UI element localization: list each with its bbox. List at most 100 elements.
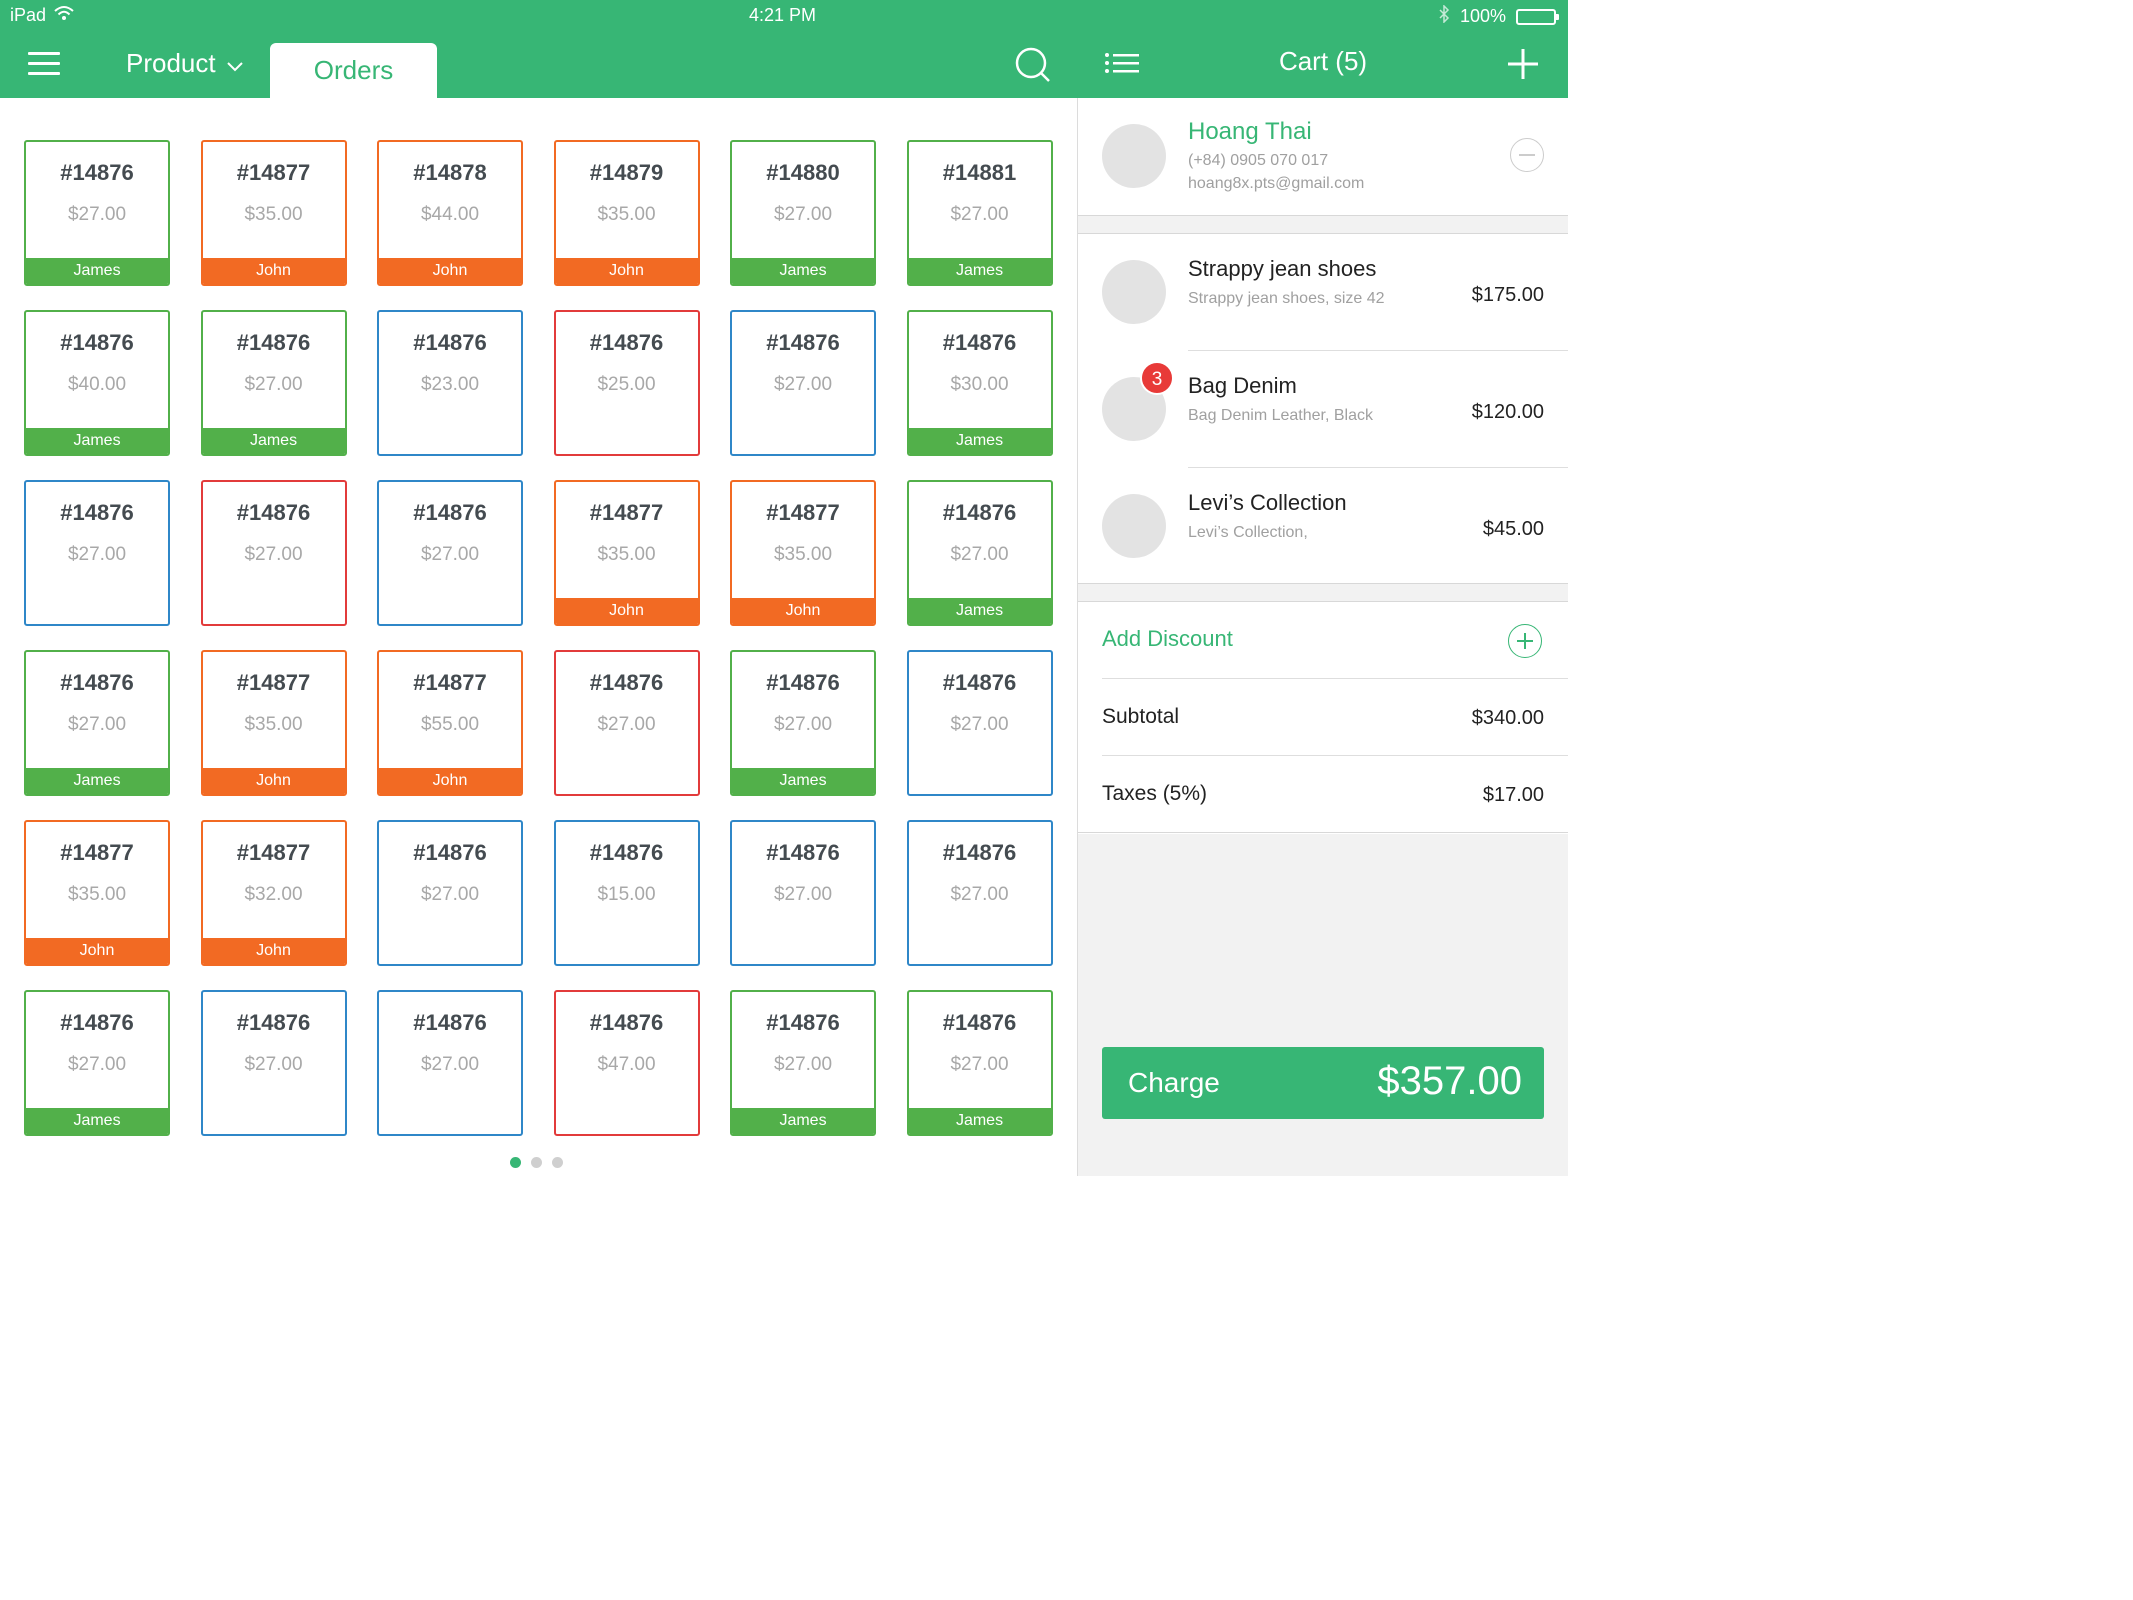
order-card[interactable]: #14877 $35.00 John (730, 480, 876, 626)
cart-item[interactable]: Strappy jean shoes Strappy jean shoes, si… (1078, 234, 1568, 351)
order-card[interactable]: #14881 $27.00 James (906, 140, 1053, 286)
totals-section: Add Discount Subtotal $340.00 Taxes (5%)… (1078, 601, 1568, 833)
order-card[interactable]: #14876 $27.00 James (200, 310, 347, 456)
add-button[interactable] (1506, 47, 1540, 81)
order-price: $40.00 (67, 374, 127, 395)
order-card[interactable]: #14876 $27.00 (906, 650, 1053, 796)
tab-orders[interactable]: Orders (270, 43, 437, 98)
order-number: #14877 (766, 500, 840, 525)
order-price: $27.00 (950, 884, 1009, 905)
item-price: $45.00 (1482, 518, 1544, 540)
page-indicator (510, 1157, 563, 1168)
page-dot[interactable] (510, 1157, 521, 1168)
order-card[interactable]: #14876 $27.00 (377, 480, 523, 626)
cart-item[interactable]: 3 Bag Denim Bag Denim Leather, Black $120.0… (1078, 351, 1568, 468)
order-number: #14876 (942, 840, 1017, 865)
order-price: $27.00 (244, 544, 303, 565)
order-card[interactable]: #14876 $27.00 (730, 820, 876, 966)
order-number: #14876 (589, 1010, 664, 1035)
add-discount-label[interactable]: Add Discount (1102, 626, 1233, 652)
order-card[interactable]: #14876 $27.00 (200, 480, 347, 626)
quantity-badge: 3 (1140, 361, 1174, 395)
order-card[interactable]: #14877 $55.00 John (377, 650, 523, 796)
menu-button[interactable] (28, 52, 60, 76)
order-card[interactable]: #14876 $27.00 James (24, 140, 170, 286)
add-discount-icon[interactable] (1508, 624, 1542, 658)
order-card[interactable]: #14876 $27.00 James (24, 990, 170, 1136)
order-card[interactable]: #14876 $27.00 (553, 650, 700, 796)
order-card[interactable]: #14877 $35.00 John (553, 480, 700, 626)
customer-name[interactable]: Hoang Thai (1188, 118, 1312, 146)
order-price: $27.00 (950, 1054, 1009, 1075)
order-card[interactable]: #14876 $40.00 James (24, 310, 170, 456)
order-number: #14876 (413, 840, 487, 865)
search-icon (1015, 47, 1050, 82)
order-card[interactable]: #14876 $27.00 (377, 820, 523, 966)
item-description: Strappy jean shoes, size 42 (1188, 290, 1385, 307)
add-discount-row[interactable]: Add Discount (1078, 602, 1568, 679)
cart-item[interactable]: Levi’s Collection Levi’s Collection, $45.0… (1078, 468, 1568, 585)
cart-items: Strappy jean shoes Strappy jean shoes, si… (1078, 233, 1568, 584)
search-button[interactable] (1014, 46, 1052, 84)
battery-percent: 100% (1459, 6, 1506, 26)
order-card[interactable]: #14879 $35.00 John (553, 140, 700, 286)
order-number: #14877 (236, 670, 311, 695)
order-card[interactable]: #14876 $25.00 (553, 310, 700, 456)
charge-button[interactable]: Charge $357.00 (1102, 1047, 1544, 1119)
order-owner: James (908, 258, 1051, 284)
order-owner: James (26, 768, 168, 794)
order-card[interactable]: #14876 $27.00 (906, 820, 1053, 966)
order-card[interactable]: #14876 $47.00 (553, 990, 700, 1136)
order-card[interactable]: #14877 $35.00 John (200, 650, 347, 796)
customer-card[interactable]: Hoang Thai (+84) 0905 070 017 hoang8x.pt… (1078, 98, 1568, 216)
order-number: #14876 (413, 1010, 487, 1035)
order-card[interactable]: #14876 $27.00 James (906, 990, 1053, 1136)
order-number: #14876 (236, 330, 311, 355)
order-card[interactable]: #14876 $27.00 (24, 480, 170, 626)
top-bar: iPad 4:21 PM 100% Product Orders Cart (5… (0, 0, 1568, 98)
order-card[interactable]: #14877 $35.00 John (24, 820, 170, 966)
order-price: $47.00 (597, 1054, 656, 1075)
page-dot[interactable] (531, 1157, 542, 1168)
order-price: $27.00 (67, 714, 127, 735)
order-card[interactable]: #14876 $27.00 James (906, 480, 1053, 626)
order-owner: James (908, 1108, 1051, 1134)
taxes-label: Taxes (5%) (1102, 782, 1208, 805)
order-card[interactable]: #14877 $35.00 John (200, 140, 347, 286)
order-number: #14878 (413, 160, 487, 185)
order-card[interactable]: #14877 $32.00 John (200, 820, 347, 966)
order-card[interactable]: #14876 $23.00 (377, 310, 523, 456)
order-owner: John (555, 598, 698, 624)
order-price: $27.00 (244, 1054, 303, 1075)
subtotal-value: $340.00 (1471, 707, 1544, 729)
order-price: $27.00 (950, 714, 1009, 735)
order-card[interactable]: #14876 $27.00 (200, 990, 347, 1136)
item-name: Bag Denim (1188, 373, 1297, 398)
order-card[interactable]: #14876 $15.00 (553, 820, 700, 966)
order-card[interactable]: #14876 $27.00 (730, 310, 876, 456)
order-price: $27.00 (67, 1054, 127, 1075)
order-number: #14876 (236, 500, 311, 525)
order-number: #14880 (766, 160, 840, 185)
order-card[interactable]: #14876 $30.00 James (906, 310, 1053, 456)
order-number: #14876 (60, 160, 134, 185)
order-card[interactable]: #14878 $44.00 John (377, 140, 523, 286)
order-number: #14876 (60, 670, 134, 695)
order-price: $35.00 (773, 544, 833, 565)
order-card[interactable]: #14876 $27.00 James (730, 990, 876, 1136)
menu-icon (28, 52, 60, 55)
order-card[interactable]: #14876 $27.00 James (24, 650, 170, 796)
page-dot[interactable] (552, 1157, 563, 1168)
remove-customer-button[interactable] (1510, 138, 1544, 172)
order-card[interactable]: #14880 $27.00 James (730, 140, 876, 286)
section-gap (1078, 216, 1568, 233)
order-owner: John (202, 938, 345, 964)
order-owner: John (732, 598, 874, 624)
order-number: #14876 (766, 330, 840, 355)
order-card[interactable]: #14876 $27.00 James (730, 650, 876, 796)
order-number: #14876 (60, 500, 134, 525)
tab-product[interactable]: Product (126, 48, 244, 79)
order-price: $35.00 (597, 204, 656, 225)
order-price: $55.00 (420, 714, 480, 735)
order-card[interactable]: #14876 $27.00 (377, 990, 523, 1136)
